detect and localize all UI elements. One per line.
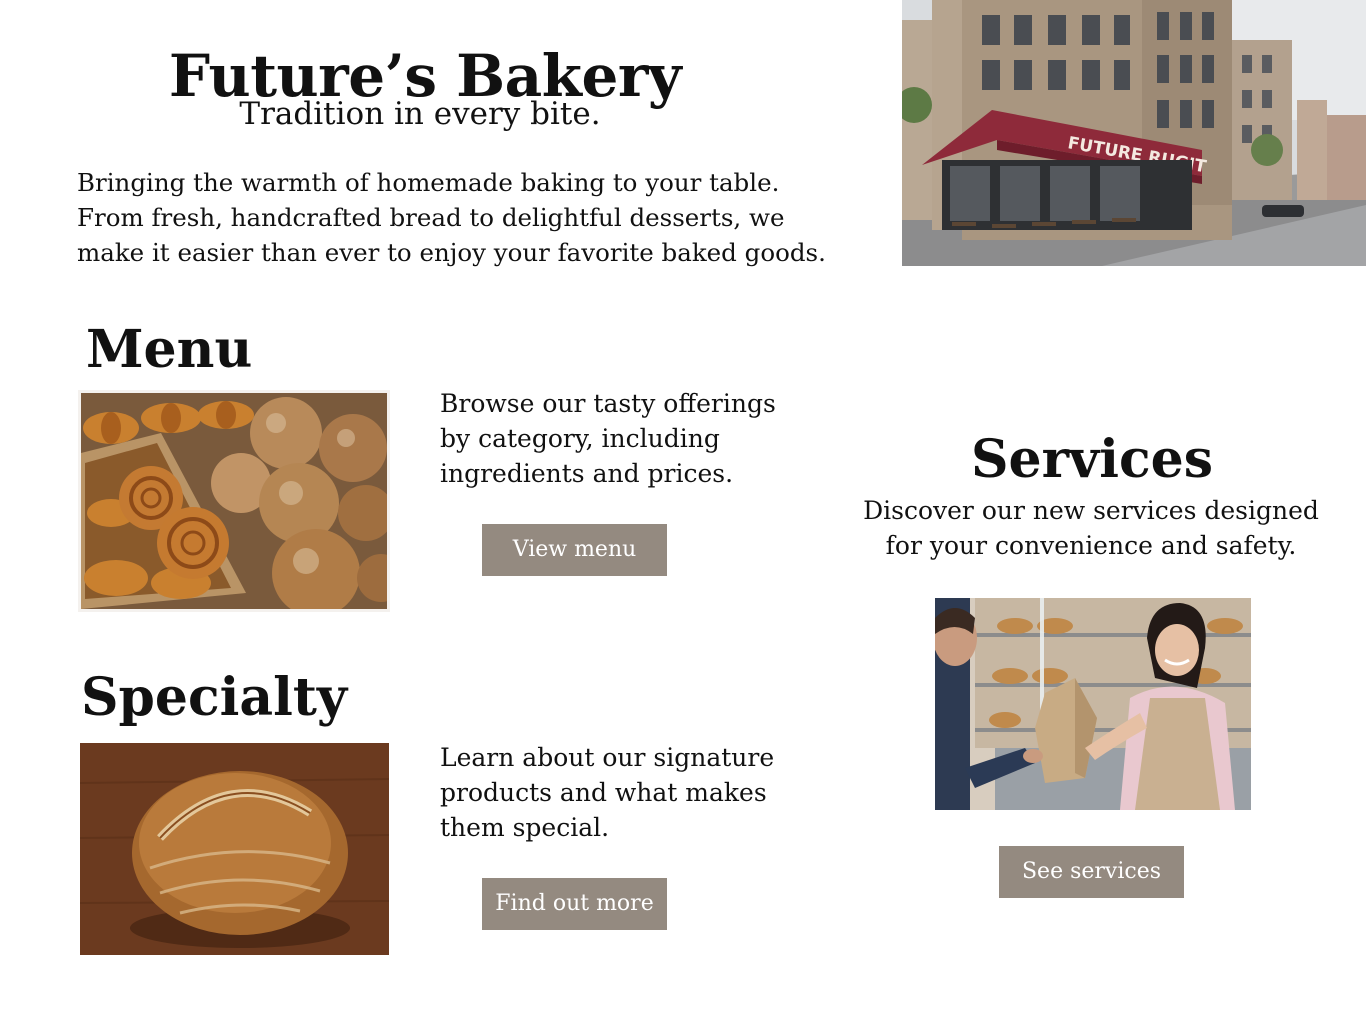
specialty-section-title: Specialty (81, 667, 348, 728)
find-out-more-button[interactable]: Find out more (482, 878, 667, 930)
menu-description: Browse our tasty offerings by category, … (440, 389, 776, 488)
sourdough-bread-image (80, 743, 389, 955)
bakery-counter-image (935, 598, 1251, 810)
view-menu-button[interactable]: View menu (482, 524, 667, 576)
tagline: Tradition in every bite. (239, 96, 601, 132)
menu-section-title: Menu (86, 319, 253, 380)
intro-paragraph: Bringing the warmth of homemade baking t… (77, 168, 826, 267)
services-description: Discover our new services designed for y… (863, 496, 1319, 560)
specialty-description: Learn about our signature products and w… (440, 743, 775, 842)
services-section-title: Services (970, 429, 1214, 490)
pastries-image (78, 390, 390, 612)
storefront-image: FUTURE RUGIT (902, 0, 1366, 266)
see-services-button[interactable]: See services (999, 846, 1184, 898)
bakery-home-page: Future’s Bakery Tradition in every bite.… (0, 0, 1366, 1012)
